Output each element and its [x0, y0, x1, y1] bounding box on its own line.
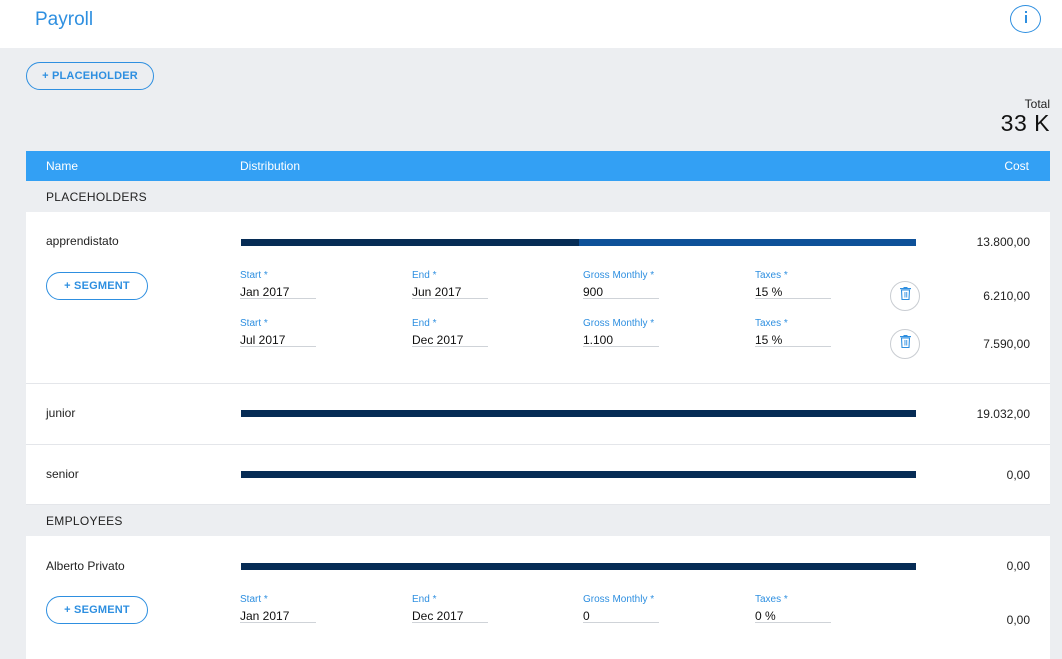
column-name: Name: [46, 159, 79, 173]
taxes-input[interactable]: 15 %: [755, 330, 831, 347]
add-segment-button[interactable]: + SEGMENT: [46, 596, 148, 624]
taxes-field[interactable]: Taxes * 0 %: [755, 594, 831, 623]
field-label: End *: [412, 594, 437, 605]
info-button[interactable]: [1010, 5, 1041, 33]
end-field[interactable]: End * Dec 2017: [412, 594, 488, 623]
table-header: Name Distribution Cost: [26, 151, 1050, 181]
field-label: Gross Monthly *: [583, 594, 655, 605]
row-cost: 0,00: [1006, 468, 1030, 482]
top-bar: Payroll: [0, 0, 1062, 48]
end-input[interactable]: Jun 2017: [412, 282, 488, 299]
table-row[interactable]: apprendistato 13.800,00 + SEGMENT Start …: [26, 212, 1050, 384]
taxes-field[interactable]: Taxes * 15 %: [755, 318, 831, 347]
segment-cost: 7.590,00: [983, 337, 1030, 351]
end-field[interactable]: End * Jun 2017: [412, 270, 488, 299]
column-cost: Cost: [1004, 159, 1029, 173]
gross-monthly-field[interactable]: Gross Monthly * 1.100: [583, 318, 659, 347]
start-input[interactable]: Jan 2017: [240, 282, 316, 299]
gross-monthly-field[interactable]: Gross Monthly * 0: [583, 594, 659, 623]
table-row[interactable]: junior 19.032,00: [26, 384, 1050, 445]
start-field[interactable]: Start * Jul 2017: [240, 318, 316, 347]
row-name: apprendistato: [46, 234, 119, 248]
column-distribution: Distribution: [240, 159, 301, 173]
start-field[interactable]: Start * Jan 2017: [240, 270, 316, 299]
table-row[interactable]: senior 0,00: [26, 445, 1050, 505]
start-input[interactable]: Jan 2017: [240, 606, 316, 623]
distribution-segment: [241, 239, 579, 246]
field-label: Taxes *: [755, 318, 788, 329]
page-title: Payroll: [35, 9, 94, 30]
taxes-field[interactable]: Taxes * 15 %: [755, 270, 831, 299]
delete-segment-button[interactable]: [890, 329, 920, 359]
group-header-placeholders: PLACEHOLDERS: [26, 181, 1050, 212]
row-cost: 13.800,00: [976, 235, 1030, 249]
field-label: Gross Monthly *: [583, 318, 655, 329]
distribution-bar: [241, 563, 916, 570]
distribution-bar: [241, 410, 916, 417]
taxes-input[interactable]: 15 %: [755, 282, 831, 299]
info-icon: [1019, 9, 1033, 29]
field-label: Taxes *: [755, 270, 788, 281]
row-name: junior: [46, 406, 76, 420]
taxes-input[interactable]: 0 %: [755, 606, 831, 623]
trash-icon: [899, 335, 911, 353]
gross-monthly-input[interactable]: 0: [583, 606, 659, 623]
field-label: Gross Monthly *: [583, 270, 655, 281]
delete-segment-button[interactable]: [890, 281, 920, 311]
total-value: 33 K: [1000, 110, 1050, 136]
field-label: Start *: [240, 594, 268, 605]
total-label: Total: [1024, 97, 1050, 111]
gross-monthly-input[interactable]: 1.100: [583, 330, 659, 347]
field-label: End *: [412, 270, 437, 281]
row-cost: 0,00: [1006, 559, 1030, 573]
field-label: Start *: [240, 318, 268, 329]
segment-cost: 6.210,00: [983, 289, 1030, 303]
group-title: EMPLOYEES: [46, 514, 123, 528]
table-row[interactable]: Alberto Privato 0,00 + SEGMENT Start * J…: [26, 536, 1050, 659]
add-segment-button[interactable]: + SEGMENT: [46, 272, 148, 300]
gross-monthly-input[interactable]: 900: [583, 282, 659, 299]
group-header-employees: EMPLOYEES: [26, 505, 1050, 536]
gross-monthly-field[interactable]: Gross Monthly * 900: [583, 270, 659, 299]
row-name: senior: [46, 467, 79, 481]
end-input[interactable]: Dec 2017: [412, 606, 488, 623]
start-input[interactable]: Jul 2017: [240, 330, 316, 347]
end-field[interactable]: End * Dec 2017: [412, 318, 488, 347]
row-cost: 19.032,00: [976, 407, 1030, 421]
start-field[interactable]: Start * Jan 2017: [240, 594, 316, 623]
group-title: PLACEHOLDERS: [46, 190, 147, 204]
trash-icon: [899, 287, 911, 305]
field-label: End *: [412, 318, 437, 329]
end-input[interactable]: Dec 2017: [412, 330, 488, 347]
row-name: Alberto Privato: [46, 559, 125, 573]
segment-cost: 0,00: [1006, 613, 1030, 627]
distribution-bar: [241, 239, 916, 246]
distribution-segment: [578, 239, 916, 246]
add-placeholder-button[interactable]: + PLACEHOLDER: [26, 62, 154, 90]
distribution-bar: [241, 471, 916, 478]
field-label: Taxes *: [755, 594, 788, 605]
field-label: Start *: [240, 270, 268, 281]
